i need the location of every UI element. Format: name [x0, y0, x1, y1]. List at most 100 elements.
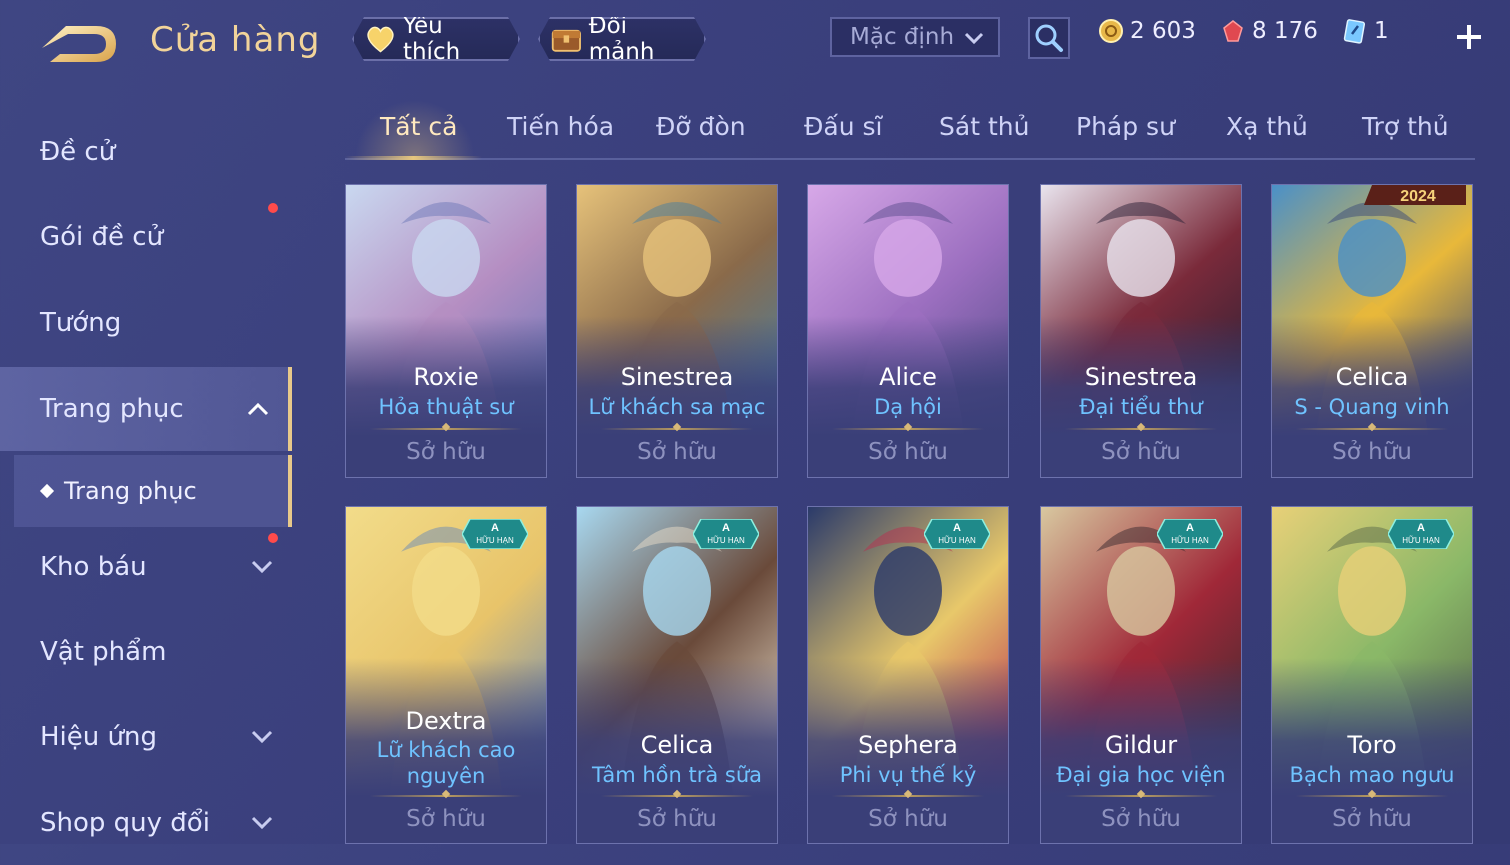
skin-card[interactable]: A HỮU HẠN Toro Bạch mao ngưu Sở hữu	[1271, 506, 1473, 844]
role-tabs: Tất cả Tiến hóa Đỡ đòn Đấu sĩ Sát thủ Ph…	[345, 100, 1475, 160]
gold-coin-icon	[1099, 19, 1123, 43]
owned-status: Sở hữu	[868, 806, 948, 832]
chest-icon	[550, 22, 583, 56]
hero-name: Sinestrea	[620, 363, 734, 391]
sidebar-subitem-skins[interactable]: Trang phục	[14, 455, 292, 527]
skin-card[interactable]: Roxie Hỏa thuật sư Sở hữu	[345, 184, 547, 478]
sidebar-item-label: Đề cử	[40, 137, 116, 167]
skin-card[interactable]: A HỮU HẠN Sephera Phi vụ thế kỷ Sở hữu	[807, 506, 1009, 844]
chevron-down-icon	[251, 730, 273, 744]
top-bar: Cửa hàng Yêu thích Đổi mảnh Mặc định 2 6…	[0, 0, 1510, 80]
card-divider	[1296, 428, 1448, 430]
skin-card[interactable]: Sinestrea Đại tiểu thư Sở hữu	[1040, 184, 1242, 478]
tab-mage[interactable]: Pháp sư	[1076, 112, 1175, 141]
sidebar-item-label: Vật phẩm	[40, 637, 167, 667]
skin-name: Lữ khách cao nguyên	[376, 738, 516, 788]
tab-evolution[interactable]: Tiến hóa	[507, 112, 614, 141]
hero-name: Sephera	[858, 731, 958, 759]
ruby-balance: 8 176	[1220, 18, 1318, 44]
sidebar-item-heroes[interactable]: Tướng	[0, 281, 292, 365]
hero-name: Celica	[1335, 363, 1409, 391]
hero-name: Sinestrea	[1084, 363, 1198, 391]
owned-status: Sở hữu	[1101, 806, 1181, 832]
tab-marksman[interactable]: Xạ thủ	[1226, 112, 1308, 141]
badge-text: HỮU HẠN	[476, 536, 514, 545]
add-currency-button[interactable]	[1452, 20, 1486, 54]
chevron-down-icon	[251, 560, 273, 574]
owned-status: Sở hữu	[868, 439, 948, 465]
page-title: Cửa hàng	[150, 20, 321, 60]
skin-name: Phi vụ thế kỷ	[839, 763, 977, 787]
sidebar-item-label: Hiệu ứng	[40, 722, 157, 752]
tab-all[interactable]: Tất cả	[380, 112, 457, 141]
chevron-up-icon	[247, 402, 269, 416]
gold-balance: 2 603	[1098, 18, 1196, 44]
skin-card[interactable]: Sinestrea Lữ khách sa mạc Sở hữu	[576, 184, 778, 478]
card-divider	[832, 795, 984, 797]
plus-icon	[1457, 25, 1481, 49]
badge-text: HỮU HẠN	[707, 536, 745, 545]
back-button[interactable]	[36, 18, 122, 68]
badge-letter: A	[491, 522, 499, 534]
badge-letter: A	[1186, 522, 1194, 534]
owned-status: Sở hữu	[406, 806, 486, 832]
sidebar-item-recommended[interactable]: Đề cử	[0, 110, 292, 194]
skin-name: Lữ khách sa mạc	[588, 395, 766, 419]
limited-badge: A HỮU HẠN	[1157, 519, 1223, 549]
sort-dropdown[interactable]: Mặc định	[830, 17, 1000, 57]
sidebar-item-label: Shop quy đổi	[40, 808, 210, 838]
skin-name: S - Quang vinh	[1294, 395, 1450, 419]
skin-card[interactable]: A HỮU HẠN Gildur Đại gia học viện Sở hữu	[1040, 506, 1242, 844]
sidebar-item-recommended-packs[interactable]: Gói đề cử	[0, 195, 292, 279]
card-divider	[370, 795, 522, 797]
owned-status: Sở hữu	[1332, 806, 1412, 832]
skin-card[interactable]: A HỮU HẠN Dextra Lữ khách cao nguyên Sở …	[345, 506, 547, 844]
voucher-balance: 1	[1342, 18, 1389, 44]
diamond-bullet-icon	[39, 483, 55, 499]
sidebar: Đề cử Gói đề cử Tướng Trang phục Trang p…	[0, 95, 292, 844]
gold-amount: 2 603	[1130, 18, 1196, 44]
badge-letter: A	[953, 522, 961, 534]
sidebar-item-items[interactable]: Vật phẩm	[0, 610, 292, 694]
card-divider	[832, 428, 984, 430]
hero-name: Celica	[640, 731, 714, 759]
sidebar-item-skins[interactable]: Trang phục	[0, 367, 292, 451]
badge-text: HỮU HẠN	[938, 536, 976, 545]
chevron-down-icon	[251, 816, 273, 830]
card-divider	[1065, 795, 1217, 797]
skin-name: Tâm hồn trà sữa	[591, 763, 763, 787]
sidebar-item-label: Kho báu	[40, 552, 147, 582]
hero-name: Gildur	[1104, 731, 1178, 759]
sidebar-item-label: Trang phục	[40, 394, 184, 424]
exchange-label: Đổi mảnh	[588, 13, 655, 65]
tab-tank[interactable]: Đỡ đòn	[656, 112, 746, 141]
sidebar-item-effects[interactable]: Hiệu ứng	[0, 695, 292, 779]
skin-name: Dạ hội	[874, 395, 942, 419]
owned-status: Sở hữu	[1332, 439, 1412, 465]
tab-fighter[interactable]: Đấu sĩ	[804, 112, 882, 141]
exchange-fragments-button[interactable]: Đổi mảnh	[538, 17, 706, 61]
sidebar-item-exchange-shop[interactable]: Shop quy đổi	[0, 781, 292, 865]
skin-name: Hỏa thuật sư	[378, 395, 514, 419]
owned-status: Sở hữu	[1101, 439, 1181, 465]
limited-badge: A HỮU HẠN	[1388, 519, 1454, 549]
card-divider	[1065, 428, 1217, 430]
heart-icon	[364, 22, 397, 56]
sort-value: Mặc định	[850, 24, 955, 50]
back-arrow-icon	[42, 26, 116, 62]
search-icon	[1035, 24, 1063, 52]
skin-card[interactable]: 2024 Celica S - Quang vinh Sở hữu	[1271, 184, 1473, 478]
favorites-label: Yêu thích	[402, 13, 461, 65]
tab-support[interactable]: Trợ thủ	[1362, 112, 1449, 141]
search-button[interactable]	[1028, 17, 1070, 59]
hero-name: Dextra	[405, 707, 487, 735]
sidebar-item-treasure[interactable]: Kho báu	[0, 525, 292, 609]
sidebar-item-label: Gói đề cử	[40, 222, 164, 252]
skin-card[interactable]: A HỮU HẠN Celica Tâm hồn trà sữa Sở hữu	[576, 506, 778, 844]
voucher-icon	[1343, 19, 1366, 44]
skin-card[interactable]: Alice Dạ hội Sở hữu	[807, 184, 1009, 478]
hero-name: Roxie	[413, 363, 479, 391]
favorites-button[interactable]: Yêu thích	[352, 17, 520, 61]
card-divider	[370, 428, 522, 430]
tab-assassin[interactable]: Sát thủ	[939, 112, 1029, 141]
